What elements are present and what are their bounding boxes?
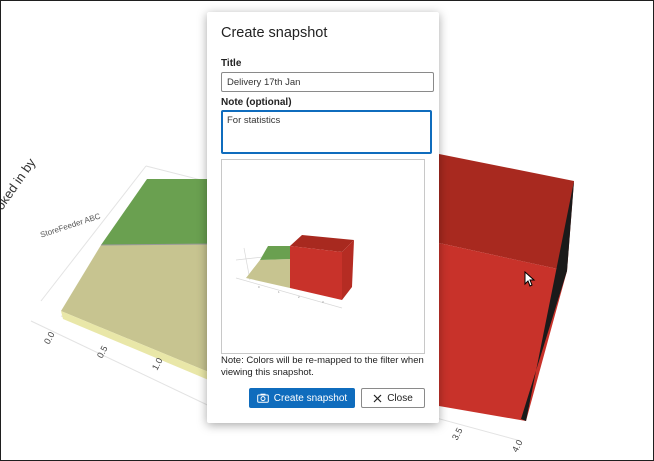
close-icon — [373, 394, 382, 402]
snapshot-preview: 0123 — [221, 159, 425, 354]
green-bar — [101, 179, 211, 245]
svg-text:3: 3 — [322, 300, 324, 304]
title-label: Title — [221, 58, 242, 69]
create-snapshot-dialog: Create snapshot Title Note (optional) Fo… — [207, 12, 439, 423]
svg-text:0: 0 — [258, 285, 260, 289]
create-snapshot-label: Create snapshot — [273, 392, 348, 404]
dialog-title: Create snapshot — [221, 25, 328, 41]
snapshot-preview-chart: 0123 — [235, 235, 354, 309]
note-label: Note (optional) — [221, 97, 292, 108]
create-snapshot-button[interactable]: Create snapshot — [249, 388, 355, 408]
close-label: Close — [387, 392, 413, 404]
camera-icon — [256, 393, 269, 403]
title-input[interactable] — [221, 72, 434, 92]
note-textarea[interactable]: For statistics — [221, 110, 432, 154]
close-button[interactable]: Close — [361, 388, 425, 408]
app-window: Booked in by StoreFeeder ABC 0.0 0.5 1.0… — [0, 0, 654, 461]
remap-note: Note: Colors will be re-mapped to the fi… — [221, 355, 424, 378]
svg-text:2: 2 — [298, 295, 300, 299]
khaki-bar — [61, 244, 211, 373]
mouse-cursor-icon — [524, 271, 536, 287]
